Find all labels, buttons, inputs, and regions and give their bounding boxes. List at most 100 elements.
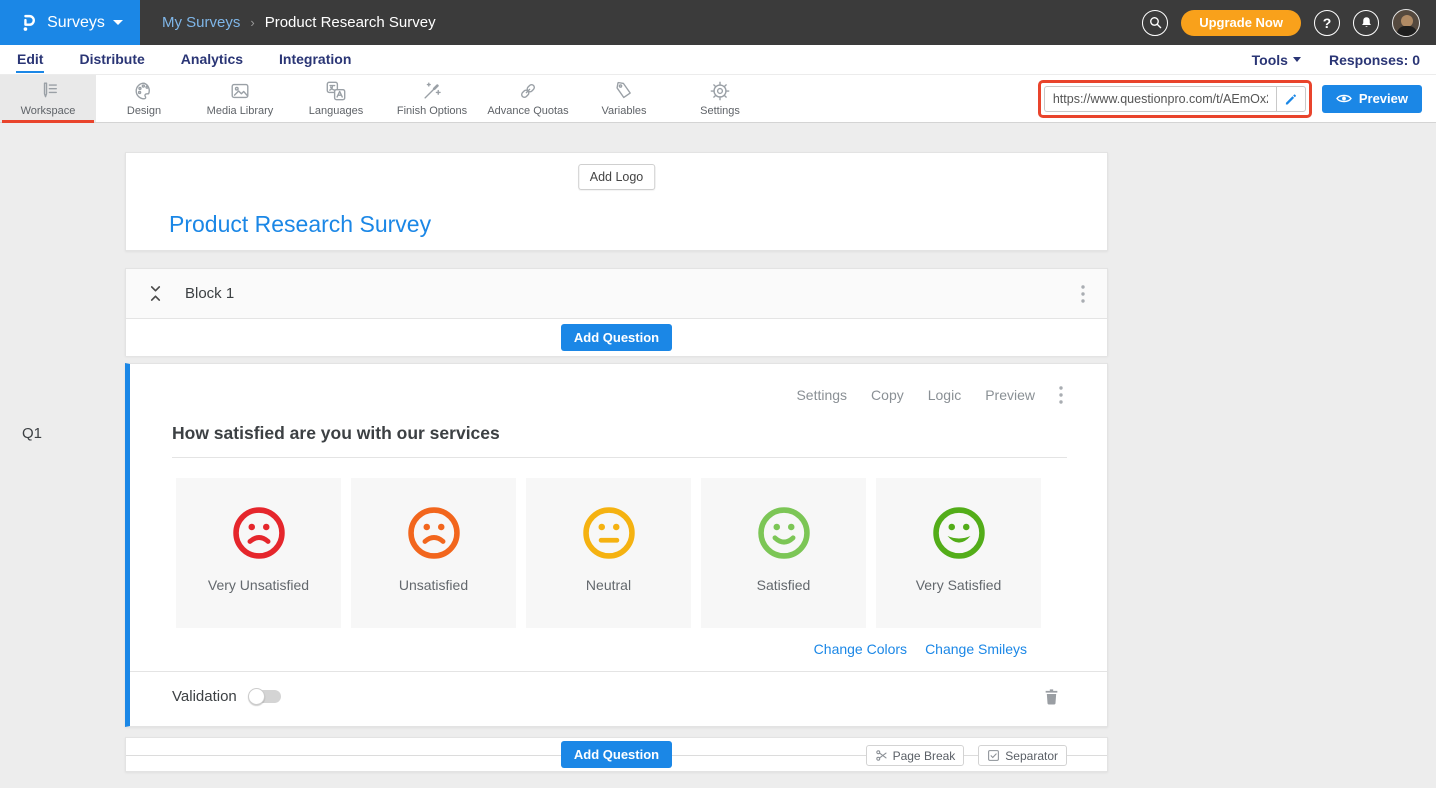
question-logic-link[interactable]: Logic [928,387,961,403]
tab-analytics[interactable]: Analytics [180,47,244,73]
question-copy-link[interactable]: Copy [871,387,904,403]
preview-button[interactable]: Preview [1322,85,1422,113]
image-icon [229,80,251,102]
option-satisfied[interactable]: Satisfied [701,478,866,628]
toolbar-item-advance-quotas[interactable]: Advance Quotas [480,75,576,122]
user-avatar[interactable] [1392,9,1420,37]
eye-icon [1336,93,1352,104]
responses-count: Responses: 0 [1329,52,1420,68]
toolbar-item-finish-options[interactable]: Finish Options [384,75,480,122]
avatar-body [1397,26,1417,37]
search-button[interactable] [1142,10,1168,36]
edit-url-button[interactable] [1276,86,1306,112]
breadcrumb-separator: › [250,15,254,30]
question-menu-button[interactable] [1055,382,1067,408]
pencil-icon [1284,92,1298,106]
option-label: Satisfied [757,577,811,593]
option-label: Neutral [586,577,631,593]
change-colors-link[interactable]: Change Colors [814,641,907,657]
page-break-button[interactable]: Page Break [866,745,965,766]
tools-label: Tools [1252,52,1288,68]
scissors-icon [875,749,888,762]
validation-toggle[interactable] [249,690,281,703]
top-bar: Surveys My Surveys › Product Research Su… [0,0,1436,45]
add-question-button-bottom[interactable]: Add Question [561,741,672,768]
validation-row: Validation [130,671,1107,720]
block-menu-button[interactable] [1077,281,1089,307]
workspace-canvas: Q1 Add Logo Product Research Survey Bloc… [0,123,1436,788]
toolbar-right: Preview [1038,75,1436,122]
option-very-satisfied[interactable]: Very Satisfied [876,478,1041,628]
survey-url-input[interactable] [1044,86,1276,112]
notifications-button[interactable] [1353,10,1379,36]
tool-label: Design [127,105,161,117]
survey-header-card: Add Logo Product Research Survey [125,152,1108,251]
unsatisfied-smiley-icon [405,504,463,562]
question-preview-link[interactable]: Preview [985,387,1035,403]
tools-menu[interactable]: Tools [1252,52,1301,68]
breadcrumb-current: Product Research Survey [265,14,436,31]
add-logo-button[interactable]: Add Logo [578,164,656,190]
block-card: Block 1 Add Question [125,268,1108,356]
toolbar-item-languages[interactable]: Languages [288,75,384,122]
toolbar-item-variables[interactable]: Variables [576,75,672,122]
bell-icon [1359,15,1374,30]
question-text-field[interactable]: How satisfied are you with our services [172,423,1067,458]
kebab-menu-icon [1081,285,1085,303]
product-switcher[interactable]: Surveys [0,0,140,45]
option-neutral[interactable]: Neutral [526,478,691,628]
add-question-row: Add Question [126,319,1107,356]
option-label: Very Unsatisfied [208,577,309,593]
toolbar-item-workspace[interactable]: Workspace [0,75,96,122]
block-footer: Add Question Page Break Separator [125,737,1108,772]
app-window: Surveys My Surveys › Product Research Su… [0,0,1436,788]
question-actions: Settings Copy Logic Preview [130,364,1107,408]
preview-label: Preview [1359,91,1408,106]
option-label: Very Satisfied [916,577,1002,593]
upgrade-now-button[interactable]: Upgrade Now [1181,10,1301,36]
option-label: Unsatisfied [399,577,468,593]
nav-right: Tools Responses: 0 [1252,52,1420,68]
toolbar-item-settings[interactable]: Settings [672,75,768,122]
tag-icon [613,80,635,102]
block-title: Block 1 [185,285,234,302]
question-text[interactable]: How satisfied are you with our services [172,423,500,443]
questionpro-logo-icon [17,12,39,34]
question-settings-link[interactable]: Settings [796,387,847,403]
satisfied-smiley-icon [755,504,813,562]
collapse-block-button[interactable] [148,284,163,303]
url-highlight-annotation [1038,80,1312,118]
palette-icon [133,80,155,102]
separator-label: Separator [1005,749,1058,763]
breadcrumb: My Surveys › Product Research Survey [162,14,436,31]
smiley-option-links: Change Colors Change Smileys [130,641,1107,657]
option-very-unsatisfied[interactable]: Very Unsatisfied [176,478,341,628]
tab-edit[interactable]: Edit [16,47,44,73]
separator-button[interactable]: Separator [978,745,1067,766]
chevron-down-icon [113,20,123,25]
topbar-actions: Upgrade Now ? [1142,9,1436,37]
question-mark-icon: ? [1323,15,1332,31]
tab-distribute[interactable]: Distribute [78,47,145,73]
link-icon [517,80,539,102]
block-header: Block 1 [126,269,1107,319]
toggle-knob [248,688,265,705]
tool-label: Finish Options [397,105,467,117]
tool-label: Languages [309,105,363,117]
toolbar-item-design[interactable]: Design [96,75,192,122]
toolbar-item-media-library[interactable]: Media Library [192,75,288,122]
survey-nav: Edit Distribute Analytics Integration To… [0,45,1436,75]
very-unsatisfied-smiley-icon [230,504,288,562]
help-button[interactable]: ? [1314,10,1340,36]
survey-title[interactable]: Product Research Survey [169,211,431,238]
tool-label: Settings [700,105,740,117]
add-question-button-top[interactable]: Add Question [561,324,672,351]
kebab-menu-icon [1059,386,1063,404]
option-unsatisfied[interactable]: Unsatisfied [351,478,516,628]
collapse-vertical-icon [148,284,163,303]
neutral-smiley-icon [580,504,638,562]
breadcrumb-my-surveys[interactable]: My Surveys [162,14,240,31]
change-smileys-link[interactable]: Change Smileys [925,641,1027,657]
tab-integration[interactable]: Integration [278,47,352,73]
delete-question-button[interactable] [1044,688,1059,705]
